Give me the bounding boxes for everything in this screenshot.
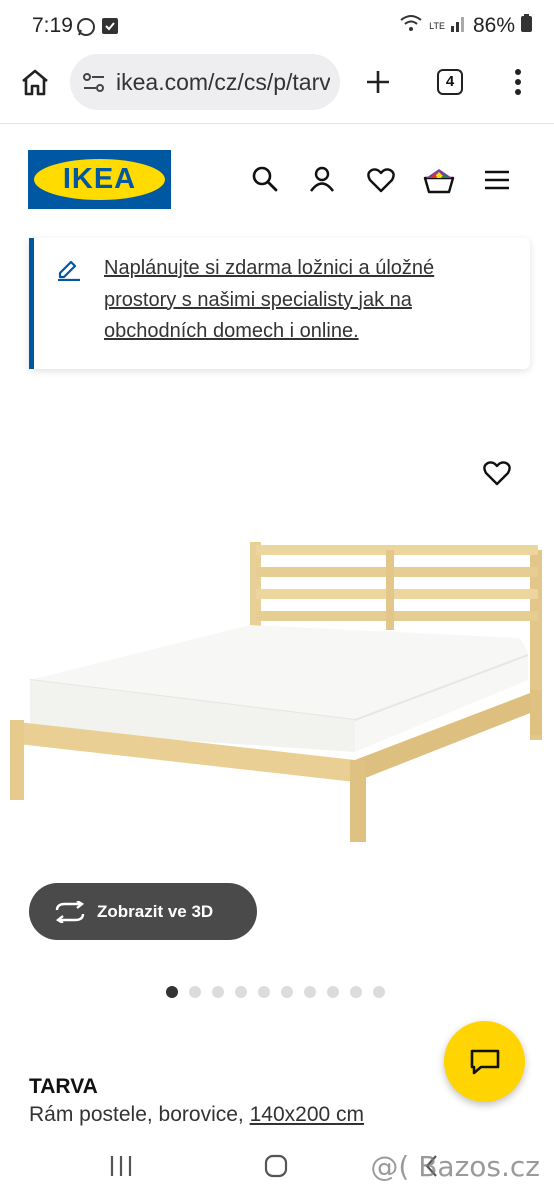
- product-description: Rám postele, borovice, 140x200 cm: [29, 1103, 364, 1127]
- view-3d-label: Zobrazit ve 3D: [97, 901, 214, 921]
- toolbar-divider: [0, 123, 554, 124]
- home-icon[interactable]: [20, 67, 50, 102]
- rotate-3d-icon: [53, 900, 87, 923]
- gallery-dot[interactable]: [212, 986, 224, 998]
- favorites-icon[interactable]: [367, 167, 395, 198]
- tab-switcher-button[interactable]: 4: [437, 69, 463, 95]
- shopping-bag-icon[interactable]: [423, 166, 455, 199]
- gallery-dot[interactable]: [373, 986, 385, 998]
- battery-percent: 86%: [472, 14, 515, 37]
- gallery-dot[interactable]: [350, 986, 362, 998]
- gallery-dot[interactable]: [189, 986, 201, 998]
- size-selector-link[interactable]: 140x200 cm: [250, 1103, 364, 1126]
- product-type: Rám postele, borovice,: [29, 1103, 244, 1126]
- status-bar: 7:19 LTE 86%: [0, 0, 554, 52]
- ikea-logo[interactable]: IKEA: [28, 150, 171, 209]
- gallery-pagination[interactable]: [166, 986, 385, 998]
- whatsapp-icon: [76, 17, 96, 42]
- search-icon[interactable]: [252, 166, 278, 197]
- gallery-dot[interactable]: [258, 986, 270, 998]
- gallery-dot[interactable]: [166, 986, 178, 998]
- address-bar[interactable]: ikea.com/cz/cs/p/tarva: [70, 54, 340, 110]
- hamburger-menu-icon[interactable]: [484, 169, 510, 196]
- battery-icon: [521, 14, 532, 38]
- home-nav-icon[interactable]: [264, 1154, 288, 1183]
- profile-icon[interactable]: [309, 166, 335, 197]
- status-right: LTE 86%: [399, 14, 532, 38]
- view-3d-button[interactable]: Zobrazit ve 3D: [29, 883, 257, 940]
- product-name: TARVA: [29, 1075, 98, 1098]
- watermark-logo: @( Bazos.cz: [370, 1150, 540, 1183]
- wifi-icon: [399, 14, 423, 38]
- planning-link[interactable]: Naplánujte si zdarma ložnici a úložné pr…: [104, 253, 484, 348]
- chat-icon: [469, 1048, 501, 1081]
- add-to-favorites-icon[interactable]: [483, 460, 511, 491]
- signal-icon: [450, 14, 467, 38]
- gallery-dot[interactable]: [235, 986, 247, 998]
- browser-toolbar: ikea.com/cz/cs/p/tarva 4: [0, 52, 554, 122]
- gallery-dot[interactable]: [327, 986, 339, 998]
- product-image-bed[interactable]: [0, 520, 554, 850]
- network-label: LTE: [429, 20, 445, 31]
- site-settings-icon[interactable]: [82, 72, 106, 99]
- recent-apps-icon[interactable]: [109, 1155, 133, 1182]
- notification-check-icon: [102, 18, 118, 39]
- gallery-dot[interactable]: [281, 986, 293, 998]
- new-tab-icon[interactable]: [363, 67, 393, 102]
- pencil-icon: [56, 255, 82, 286]
- gallery-dot[interactable]: [304, 986, 316, 998]
- url-text[interactable]: ikea.com/cz/cs/p/tarva: [116, 69, 330, 96]
- status-time: 7:19: [32, 14, 73, 37]
- chat-button[interactable]: [444, 1021, 525, 1102]
- more-menu-icon[interactable]: [514, 68, 522, 101]
